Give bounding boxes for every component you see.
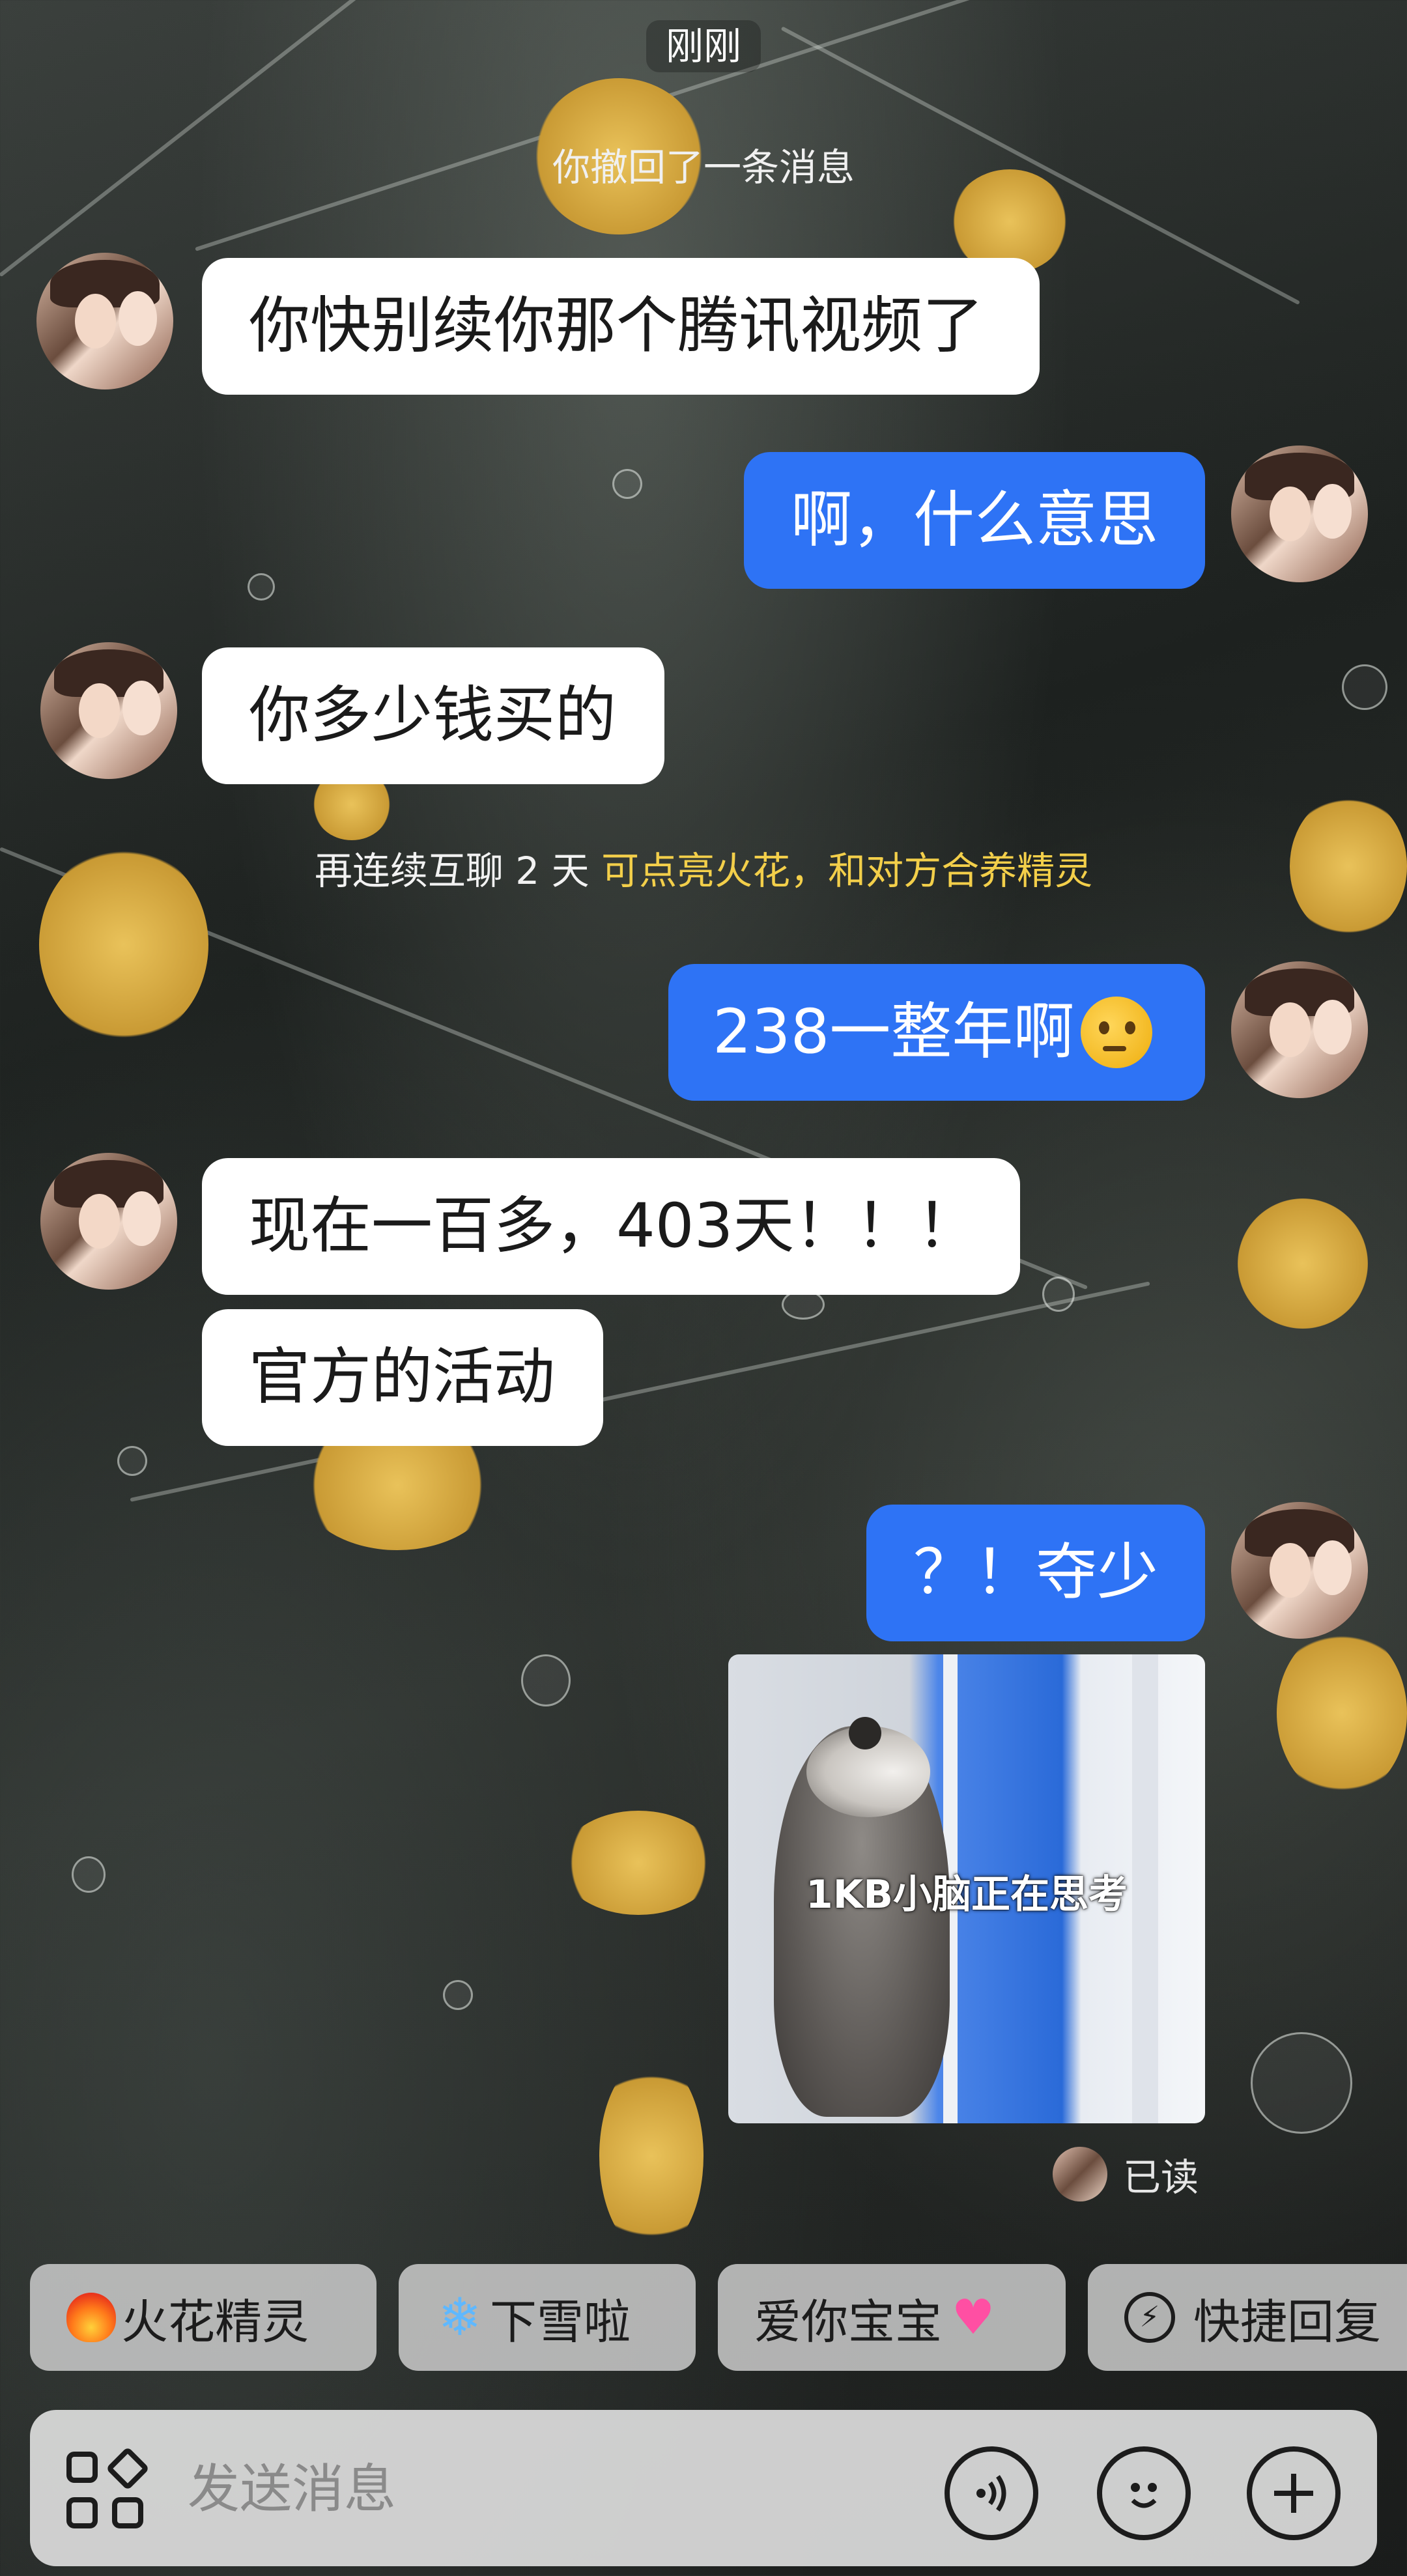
hearts-icon: ♥ — [951, 2289, 995, 2345]
quick-reply-love-baby[interactable]: 爱你宝宝 ♥ — [718, 2264, 1066, 2371]
message-composer — [30, 2410, 1377, 2566]
quick-reply-label: 下雪啦 — [490, 2294, 631, 2349]
voice-icon[interactable] — [945, 2446, 1038, 2540]
thinking-face-icon — [1081, 997, 1153, 1068]
contact-avatar[interactable] — [40, 1153, 177, 1290]
quick-reply-spark-sprite[interactable]: 火花精灵 — [30, 2264, 377, 2371]
read-receipt: 已读 — [1053, 2147, 1199, 2201]
quick-reply-snowing[interactable]: ❄ 下雪啦 — [399, 2264, 696, 2371]
message-bubble-incoming[interactable]: 现在一百多，403天！！！ — [202, 1158, 1020, 1295]
message-text: ？！夺少 — [913, 1537, 1159, 1608]
message-text: 现在一百多，403天！！！ — [249, 1191, 978, 1262]
emoji-icon[interactable] — [1097, 2446, 1191, 2540]
quick-reply-label: 爱你宝宝 — [754, 2294, 943, 2349]
recall-notice: 你撤回了一条消息 — [552, 145, 855, 190]
time-divider: 刚刚 — [0, 16, 1407, 72]
snowflake-icon: ❄ — [438, 2287, 482, 2347]
message-bubble-incoming[interactable]: 你多少钱买的 — [202, 647, 664, 784]
message-text: 啊，什么意思 — [791, 485, 1159, 556]
apps-icon[interactable] — [66, 2446, 150, 2532]
quick-reply-shortcuts[interactable]: 快捷回复 — [1088, 2264, 1407, 2371]
message-bubble-incoming[interactable]: 你快别续你那个腾讯视频了 — [202, 258, 1040, 395]
read-status: 已读 — [1123, 2155, 1199, 2200]
message-text: 你多少钱买的 — [249, 680, 617, 751]
read-avatar — [1053, 2147, 1107, 2201]
message-text: 官方的活动 — [249, 1342, 556, 1413]
plus-icon[interactable] — [1247, 2446, 1341, 2540]
sticker-caption: 1KB小脑正在思考 — [806, 1872, 1128, 1918]
my-avatar[interactable] — [1231, 446, 1368, 582]
contact-avatar[interactable] — [36, 253, 173, 389]
quick-reply-label: 快捷回复 — [1193, 2294, 1382, 2349]
message-bubble-outgoing[interactable]: 238一整年啊 — [668, 964, 1205, 1101]
message-text: 238一整年啊 — [713, 997, 1075, 1068]
sticker-image[interactable]: 1KB小脑正在思考 — [728, 1654, 1205, 2123]
message-input[interactable] — [186, 2436, 945, 2541]
my-avatar[interactable] — [1231, 1502, 1368, 1639]
streak-notice: 再连续互聊 2 天 可点亮火花，和对方合养精灵 — [0, 840, 1407, 895]
my-avatar[interactable] — [1231, 961, 1368, 1098]
message-bubble-outgoing[interactable]: 啊，什么意思 — [744, 452, 1205, 589]
quick-reply-bar: 火花精灵 ❄ 下雪啦 爱你宝宝 ♥ 快捷回复 — [30, 2264, 1407, 2371]
quick-reply-label: 火花精灵 — [121, 2294, 309, 2349]
quick-reply-icon — [1124, 2292, 1175, 2343]
streak-highlight[interactable]: 可点亮火花，和对方合养精灵 — [601, 849, 1092, 893]
message-bubble-incoming[interactable]: 官方的活动 — [202, 1309, 603, 1446]
fire-icon — [66, 2293, 116, 2342]
message-bubble-outgoing[interactable]: ？！夺少 — [866, 1505, 1205, 1641]
message-text: 你快别续你那个腾讯视频了 — [249, 290, 984, 361]
contact-avatar[interactable] — [40, 642, 177, 779]
streak-prefix: 再连续互聊 2 天 — [314, 849, 590, 893]
